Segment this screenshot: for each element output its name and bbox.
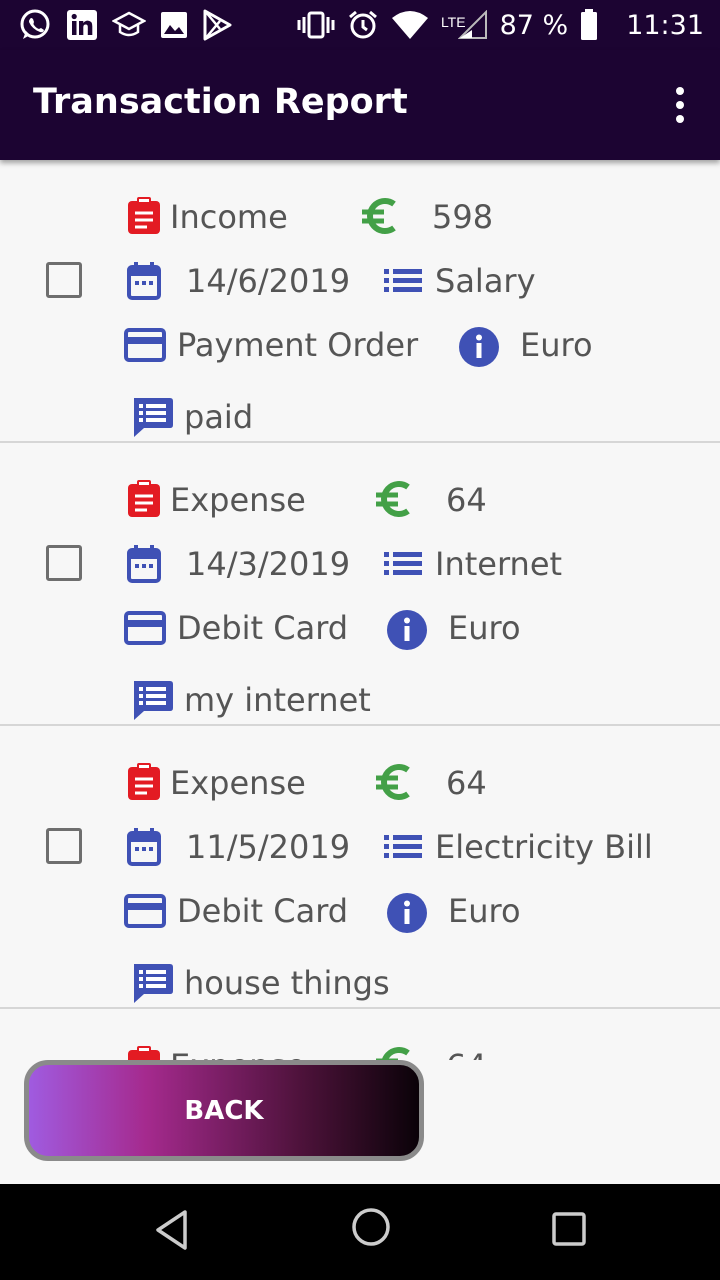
note-icon [134, 681, 173, 720]
calendar-icon [127, 545, 161, 583]
clipboard-icon [128, 763, 160, 800]
transaction-type: Expense [170, 1047, 306, 1060]
network-type: LTE [440, 14, 466, 30]
transaction-category: Electricity Bill [435, 828, 653, 866]
category-list-icon [384, 835, 422, 858]
transaction-amount: 64 [446, 481, 487, 519]
status-bar: LTE 87 % 11:31 [0, 0, 720, 50]
transaction-type: Income [170, 198, 288, 236]
clipboard-icon [128, 1046, 160, 1060]
transaction-row[interactable]: Expense 64 11/5/2019 Electricity Bill De… [0, 726, 720, 1009]
transaction-row[interactable]: Expense 64 [0, 1009, 720, 1060]
transaction-row[interactable]: Income 598 14/6/2019 Salary Payment Orde… [0, 160, 720, 443]
transaction-amount: 64 [446, 764, 487, 802]
transaction-currency: Euro [448, 609, 521, 647]
calendar-icon [127, 828, 161, 866]
alarm-icon [348, 10, 377, 39]
clipboard-icon [128, 197, 160, 234]
category-list-icon [384, 269, 422, 292]
info-icon [459, 327, 499, 367]
recents-nav-icon[interactable] [550, 1210, 588, 1248]
credit-card-icon [124, 328, 166, 362]
navigation-bar [0, 1184, 720, 1280]
info-icon [387, 893, 427, 933]
transaction-note: house things [184, 964, 390, 1002]
clock: 11:31 [626, 9, 704, 41]
school-icon [112, 11, 146, 37]
transaction-category: Internet [435, 545, 563, 583]
back-button[interactable]: BACK [24, 1060, 424, 1161]
euro-icon [376, 764, 410, 800]
transaction-currency: Euro [448, 892, 521, 930]
select-checkbox[interactable] [46, 828, 82, 864]
transaction-note: paid [184, 398, 254, 436]
transaction-currency: Euro [520, 326, 593, 364]
clipboard-icon [128, 480, 160, 517]
transaction-date: 14/3/2019 [186, 545, 351, 583]
transaction-date: 14/6/2019 [186, 262, 351, 300]
transaction-type: Expense [170, 764, 306, 802]
category-list-icon [384, 552, 422, 575]
note-icon [134, 398, 173, 437]
euro-icon [362, 198, 396, 234]
euro-icon [376, 481, 410, 517]
transaction-amount: 64 [446, 1047, 487, 1060]
battery-icon [581, 9, 598, 40]
app-bar: Transaction Report [0, 50, 720, 160]
transaction-row[interactable]: Expense 64 14/3/2019 Internet Debit Card… [0, 443, 720, 726]
calendar-icon [127, 262, 161, 300]
transaction-note: my internet [184, 681, 371, 719]
page-title: Transaction Report [33, 82, 408, 122]
payment-method: Payment Order [177, 326, 419, 364]
payment-method: Debit Card [177, 609, 349, 647]
overflow-menu-icon[interactable] [674, 87, 686, 123]
credit-card-icon [124, 611, 166, 645]
transaction-date: 11/5/2019 [186, 828, 351, 866]
transaction-list[interactable]: Income 598 14/6/2019 Salary Payment Orde… [0, 160, 720, 1060]
select-checkbox[interactable] [46, 262, 82, 298]
back-nav-icon[interactable] [152, 1208, 192, 1252]
euro-icon [376, 1047, 410, 1060]
info-icon [387, 610, 427, 650]
battery-percent: 87 % [499, 9, 569, 41]
payment-method: Debit Card [177, 892, 349, 930]
linkedin-icon [67, 10, 97, 40]
select-checkbox[interactable] [46, 545, 82, 581]
note-icon [134, 964, 173, 1003]
credit-card-icon [124, 894, 166, 928]
vibrate-icon [297, 11, 335, 39]
whatsapp-icon [20, 9, 50, 39]
image-icon [161, 12, 187, 38]
home-nav-icon[interactable] [350, 1206, 392, 1248]
transaction-category: Salary [435, 262, 536, 300]
transaction-amount: 598 [432, 198, 494, 236]
transaction-type: Expense [170, 481, 306, 519]
wifi-icon [391, 11, 428, 39]
play-store-icon [203, 9, 232, 41]
